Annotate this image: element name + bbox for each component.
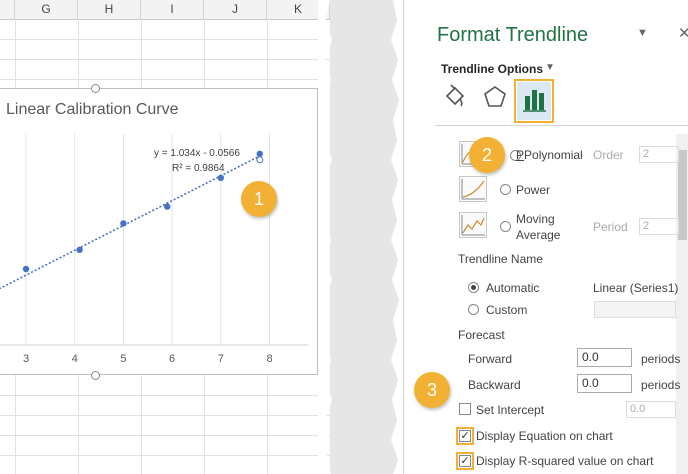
x-tick-label: 5 [120, 353, 126, 365]
order-spinner[interactable]: 2 [639, 146, 679, 163]
torn-edge-right [391, 0, 403, 474]
display-r-squared-label: Display R-squared value on chart [476, 454, 654, 468]
custom-label: Custom [486, 303, 528, 317]
pentagon-icon [484, 86, 506, 107]
trendline-options-dropdown[interactable]: Trendline Options [441, 62, 543, 76]
custom-name-field[interactable] [594, 301, 676, 318]
forward-input[interactable]: 0.0 [577, 348, 632, 367]
forecast-heading: Forecast [458, 328, 505, 342]
highlight-box-equation [456, 427, 474, 445]
backward-label: Backward [468, 378, 521, 392]
format-trendline-pane: Format Trendline ▼ ✕ Trendline Options ▼… [403, 0, 688, 474]
data-point [120, 220, 127, 227]
x-tick-label: 8 [266, 353, 272, 365]
display-equation-label: Display Equation on chart [476, 429, 613, 443]
data-point [22, 265, 30, 273]
trendline-name-heading: Trendline Name [458, 252, 543, 266]
moving-average-icon [459, 212, 487, 238]
polynomial-label: PPolynomial [516, 148, 583, 162]
period-label: Period [593, 220, 628, 234]
custom-radio[interactable] [468, 304, 479, 315]
tab-fill-line[interactable] [440, 82, 470, 112]
backward-units-label: periods [641, 378, 681, 392]
power-radio[interactable] [500, 184, 511, 195]
highlight-box-tab [514, 79, 554, 123]
data-point [217, 174, 224, 181]
period-spinner[interactable]: 2 [639, 218, 679, 235]
order-label: Order [593, 148, 624, 162]
tab-effects[interactable] [480, 82, 510, 112]
close-icon[interactable]: ✕ [678, 24, 688, 42]
set-intercept-label: Set Intercept [476, 403, 545, 417]
moving-average-radio[interactable] [500, 221, 511, 232]
trendline-r-squared-label[interactable]: R² = 0.9864 [172, 163, 225, 174]
callout-badge-1: 1 [241, 181, 277, 217]
chevron-down-icon[interactable]: ▼ [545, 62, 555, 73]
callout-badge-3: 3 [414, 372, 450, 408]
moving-average-label-line2: Average [516, 228, 561, 242]
power-label: Power [516, 183, 551, 197]
highlight-box-r-squared [456, 452, 474, 470]
moving-average-label-line1: Moving [516, 212, 555, 226]
backward-input[interactable]: 0.0 [577, 374, 632, 393]
pane-title: Format Trendline [437, 24, 589, 46]
forward-units-label: periods [641, 352, 681, 366]
polynomial-label-text: Polynomial [524, 148, 583, 162]
x-tick-label: 7 [218, 353, 224, 365]
set-intercept-input[interactable]: 0.0 [626, 401, 676, 418]
data-point [256, 150, 263, 157]
tab-underline [435, 125, 688, 126]
spreadsheet-area: G H I J K Linear Calibration Curve 34567… [0, 0, 330, 474]
trendline-equation-label[interactable]: y = 1.034x - 0.0566 [154, 148, 240, 159]
automatic-radio[interactable] [468, 282, 479, 293]
chart-plot: 3 4 5 6 7 8 [0, 134, 309, 365]
set-intercept-checkbox[interactable] [459, 403, 471, 415]
automatic-label: Automatic [486, 281, 540, 295]
torn-edge-left [318, 0, 332, 474]
x-tick-label: 6 [169, 353, 175, 365]
x-tick-label: 4 [72, 353, 78, 365]
x-tick-label: 3 [23, 353, 29, 365]
forward-label: Forward [468, 352, 513, 366]
callout-badge-2: 2 [469, 137, 505, 173]
paint-bucket-icon [445, 84, 465, 107]
data-point [164, 203, 171, 210]
pane-options-caret-icon[interactable]: ▼ [637, 27, 648, 39]
scrollbar-thumb[interactable] [678, 150, 687, 240]
data-point [76, 246, 83, 253]
trendline-selection-handle [256, 156, 264, 164]
automatic-name-value: Linear (Series1) [593, 281, 679, 295]
power-trend-icon [459, 176, 487, 202]
